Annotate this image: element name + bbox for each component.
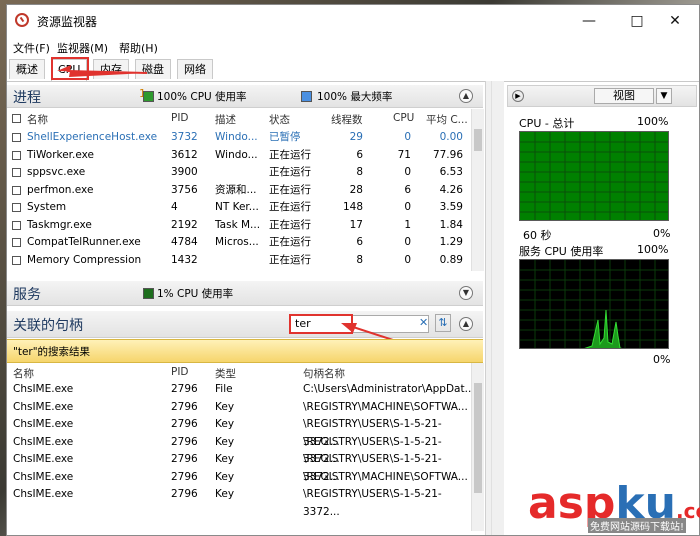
service-cpu-min: 0% xyxy=(653,353,671,366)
handle-type: Key xyxy=(215,470,235,483)
service-cpu-graph xyxy=(519,259,669,349)
handle-process-name: ChsIME.exe xyxy=(13,400,74,413)
handles-column-headers: 名称 PID 类型 句柄名称 xyxy=(7,363,483,381)
handles-list: ChsIME.exe 2796 File C:\Users\Administra… xyxy=(7,381,475,531)
handle-process-name: ChsIME.exe xyxy=(13,418,74,430)
handle-row[interactable]: ChsIME.exe 2796 Key \REGISTRY\MACHINE\SO… xyxy=(7,469,471,487)
view-dropdown-chevron-icon[interactable]: ▼ xyxy=(656,88,672,104)
handle-pid: 2796 xyxy=(171,383,198,395)
handle-row[interactable]: ChsIME.exe 2796 Key \REGISTRY\USER\S-1-5… xyxy=(7,416,471,448)
resource-monitor-window: 资源监视器 — □ ✕ 文件(F) 监视器(M) 帮助(H) 概述 CPU 内存… xyxy=(6,4,700,536)
handle-pid: 2796 xyxy=(171,470,198,483)
service-cpu-graph-plot xyxy=(520,260,668,348)
handle-process-name: ChsIME.exe xyxy=(13,488,74,500)
handle-pid: 2796 xyxy=(171,453,198,465)
handle-row[interactable]: ChsIME.exe 2796 Key \REGISTRY\USER\S-1-5… xyxy=(7,451,471,483)
service-cpu-max: 100% xyxy=(637,243,669,256)
handle-type: Key xyxy=(215,488,235,500)
service-cpu-label: 服务 CPU 使用率 xyxy=(519,245,604,258)
handle-pid: 2796 xyxy=(171,418,198,430)
handle-pid: 2796 xyxy=(171,488,198,500)
col-handle-type[interactable]: 类型 xyxy=(215,366,236,381)
handle-process-name: ChsIME.exe xyxy=(13,470,74,483)
handle-name: \REGISTRY\MACHINE\SOFTWA... xyxy=(303,400,468,413)
cpu-total-label: CPU - 总计 xyxy=(519,117,575,130)
graph-panel-collapse-icon[interactable]: ▶ xyxy=(512,90,524,102)
handle-row[interactable]: ChsIME.exe 2796 File C:\Users\Administra… xyxy=(7,381,475,399)
handles-list-scrollbar[interactable] xyxy=(471,363,484,531)
handle-process-name: ChsIME.exe xyxy=(13,383,74,395)
handle-process-name: ChsIME.exe xyxy=(13,453,74,465)
col-handle-name[interactable]: 句柄名称 xyxy=(303,366,345,381)
right-panel-scrollbar[interactable] xyxy=(491,81,504,535)
handle-type: Key xyxy=(215,400,235,413)
search-results-banner: "ter"的搜索结果 xyxy=(7,339,483,363)
view-button[interactable]: 视图 xyxy=(594,88,654,104)
handle-process-name: ChsIME.exe xyxy=(13,435,74,448)
handle-name: C:\Users\Administrator\AppDat... xyxy=(303,383,475,395)
arrow-to-search-field xyxy=(341,323,357,333)
cpu-total-time-span: 60 秒 xyxy=(523,229,552,242)
handle-row[interactable]: ChsIME.exe 2796 Key \REGISTRY\MACHINE\SO… xyxy=(7,399,471,417)
handle-row[interactable]: ChsIME.exe 2796 Key \REGISTRY\USER\S-1-5… xyxy=(7,434,471,466)
handle-pid: 2796 xyxy=(171,400,198,413)
cpu-total-max: 100% xyxy=(637,115,669,128)
cpu-total-graph xyxy=(519,131,669,221)
col-handle-process-name[interactable]: 名称 xyxy=(13,366,34,381)
watermark-subtitle: 免费网站源码下载站! xyxy=(588,518,687,533)
handle-type: Key xyxy=(215,453,235,465)
cpu-total-graph-grid xyxy=(520,132,668,220)
handle-row[interactable]: ChsIME.exe 2796 Key \REGISTRY\USER\S-1-5… xyxy=(7,486,471,518)
handle-type: Key xyxy=(215,418,235,430)
handle-name: \REGISTRY\USER\S-1-5-21-3372... xyxy=(303,488,442,518)
col-handle-pid[interactable]: PID xyxy=(171,366,189,378)
handle-type: File xyxy=(215,383,233,395)
search-results-label: "ter"的搜索结果 xyxy=(13,346,91,358)
handle-pid: 2796 xyxy=(171,435,198,448)
graph-panel-toolbar: ▶ 视图 ▼ xyxy=(507,85,697,107)
handle-name: \REGISTRY\MACHINE\SOFTWA... xyxy=(303,470,468,483)
handles-scrollbar-thumb[interactable] xyxy=(474,383,482,493)
cpu-total-min: 0% xyxy=(653,227,671,240)
handle-type: Key xyxy=(215,435,235,448)
